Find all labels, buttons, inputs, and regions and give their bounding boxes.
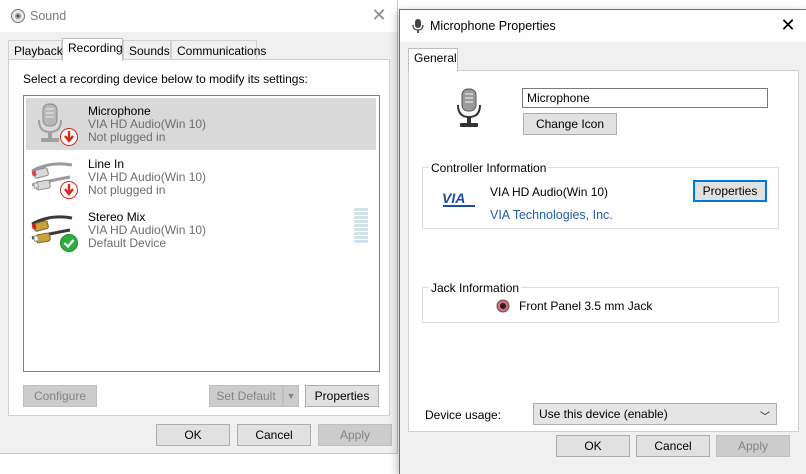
instruction-text: Select a recording device below to modif… (23, 72, 308, 86)
jack-color-icon (496, 299, 510, 313)
ok-button[interactable]: OK (156, 424, 230, 446)
microphone-icon (457, 88, 481, 127)
device-name: Stereo Mix (88, 210, 146, 224)
device-driver: VIA HD Audio(Win 10) (88, 223, 207, 237)
device-driver: VIA HD Audio(Win 10) (88, 117, 207, 131)
list-item[interactable]: Stereo Mix VIA HD Audio(Win 10) Default … (26, 204, 376, 256)
device-status: Default Device (88, 236, 167, 250)
default-check-icon (60, 234, 78, 252)
tab-recording[interactable]: Recording (62, 38, 123, 61)
device-usage-value: Use this device (enable) (539, 407, 668, 421)
group-title: Jack Information (429, 281, 522, 295)
level-meter (354, 208, 368, 248)
group-title: Controller Information (429, 161, 549, 175)
microphone-icon (412, 19, 424, 33)
configure-button[interactable]: Configure (23, 385, 97, 407)
mic-titlebar: Microphone Properties ✕ (400, 10, 806, 42)
list-item[interactable]: Microphone VIA HD Audio(Win 10) Not plug… (26, 98, 376, 150)
tab-sounds[interactable]: Sounds (123, 40, 171, 60)
jack-value: Front Panel 3.5 mm Jack (519, 299, 653, 313)
recording-panel: Select a recording device below to modif… (8, 59, 390, 416)
properties-button[interactable]: Properties (305, 385, 379, 407)
device-status: Not plugged in (88, 130, 166, 144)
close-icon[interactable]: ✕ (778, 16, 798, 36)
list-item[interactable]: Line In VIA HD Audio(Win 10) Not plugged… (26, 151, 376, 203)
tab-communications[interactable]: Communications (171, 40, 266, 60)
unplugged-arrow-icon (60, 181, 78, 199)
device-name: Line In (88, 157, 125, 171)
set-default-dropdown[interactable]: ▼ (283, 385, 299, 407)
controller-properties-button[interactable]: Properties (693, 180, 767, 202)
device-name: Microphone (88, 104, 151, 118)
window-title: Microphone Properties (430, 19, 556, 33)
via-logo-text: VIA (442, 190, 465, 206)
chevron-down-icon: ﹀ (760, 412, 770, 423)
sound-window: Sound ✕ Playback Recording Sounds Commun… (0, 0, 398, 454)
device-usage-label: Device usage: (425, 408, 502, 422)
tab-playback[interactable]: Playback (8, 40, 63, 60)
general-panel: Change Icon Controller Information VIA V… (408, 70, 799, 432)
controller-name: VIA HD Audio(Win 10) (490, 185, 609, 199)
chevron-down-icon: ▼ (286, 391, 296, 401)
apply-button[interactable]: Apply (318, 424, 392, 446)
device-name-field[interactable] (522, 88, 768, 108)
tab-general[interactable]: General (408, 48, 458, 71)
cancel-button[interactable]: Cancel (636, 435, 710, 457)
ok-button[interactable]: OK (556, 435, 630, 457)
apply-button[interactable]: Apply (716, 435, 790, 457)
device-driver: VIA HD Audio(Win 10) (88, 170, 207, 184)
change-icon-button[interactable]: Change Icon (523, 113, 617, 135)
device-list[interactable]: Microphone VIA HD Audio(Win 10) Not plug… (23, 95, 380, 372)
vendor-link[interactable]: VIA Technologies, Inc. (490, 208, 613, 222)
device-status: Not plugged in (88, 183, 166, 197)
sound-titlebar: Sound ✕ (0, 0, 397, 32)
set-default-button[interactable]: Set Default (209, 385, 283, 407)
via-logo-icon: VIA (442, 190, 475, 207)
unplugged-arrow-icon (60, 128, 78, 146)
close-icon[interactable]: ✕ (369, 6, 389, 26)
window-title: Sound (30, 9, 67, 23)
device-usage-select[interactable]: Use this device (enable) ﹀ (533, 403, 777, 425)
cancel-button[interactable]: Cancel (237, 424, 311, 446)
speaker-icon (11, 9, 25, 23)
microphone-properties-window: Microphone Properties ✕ General Change I… (399, 9, 806, 474)
